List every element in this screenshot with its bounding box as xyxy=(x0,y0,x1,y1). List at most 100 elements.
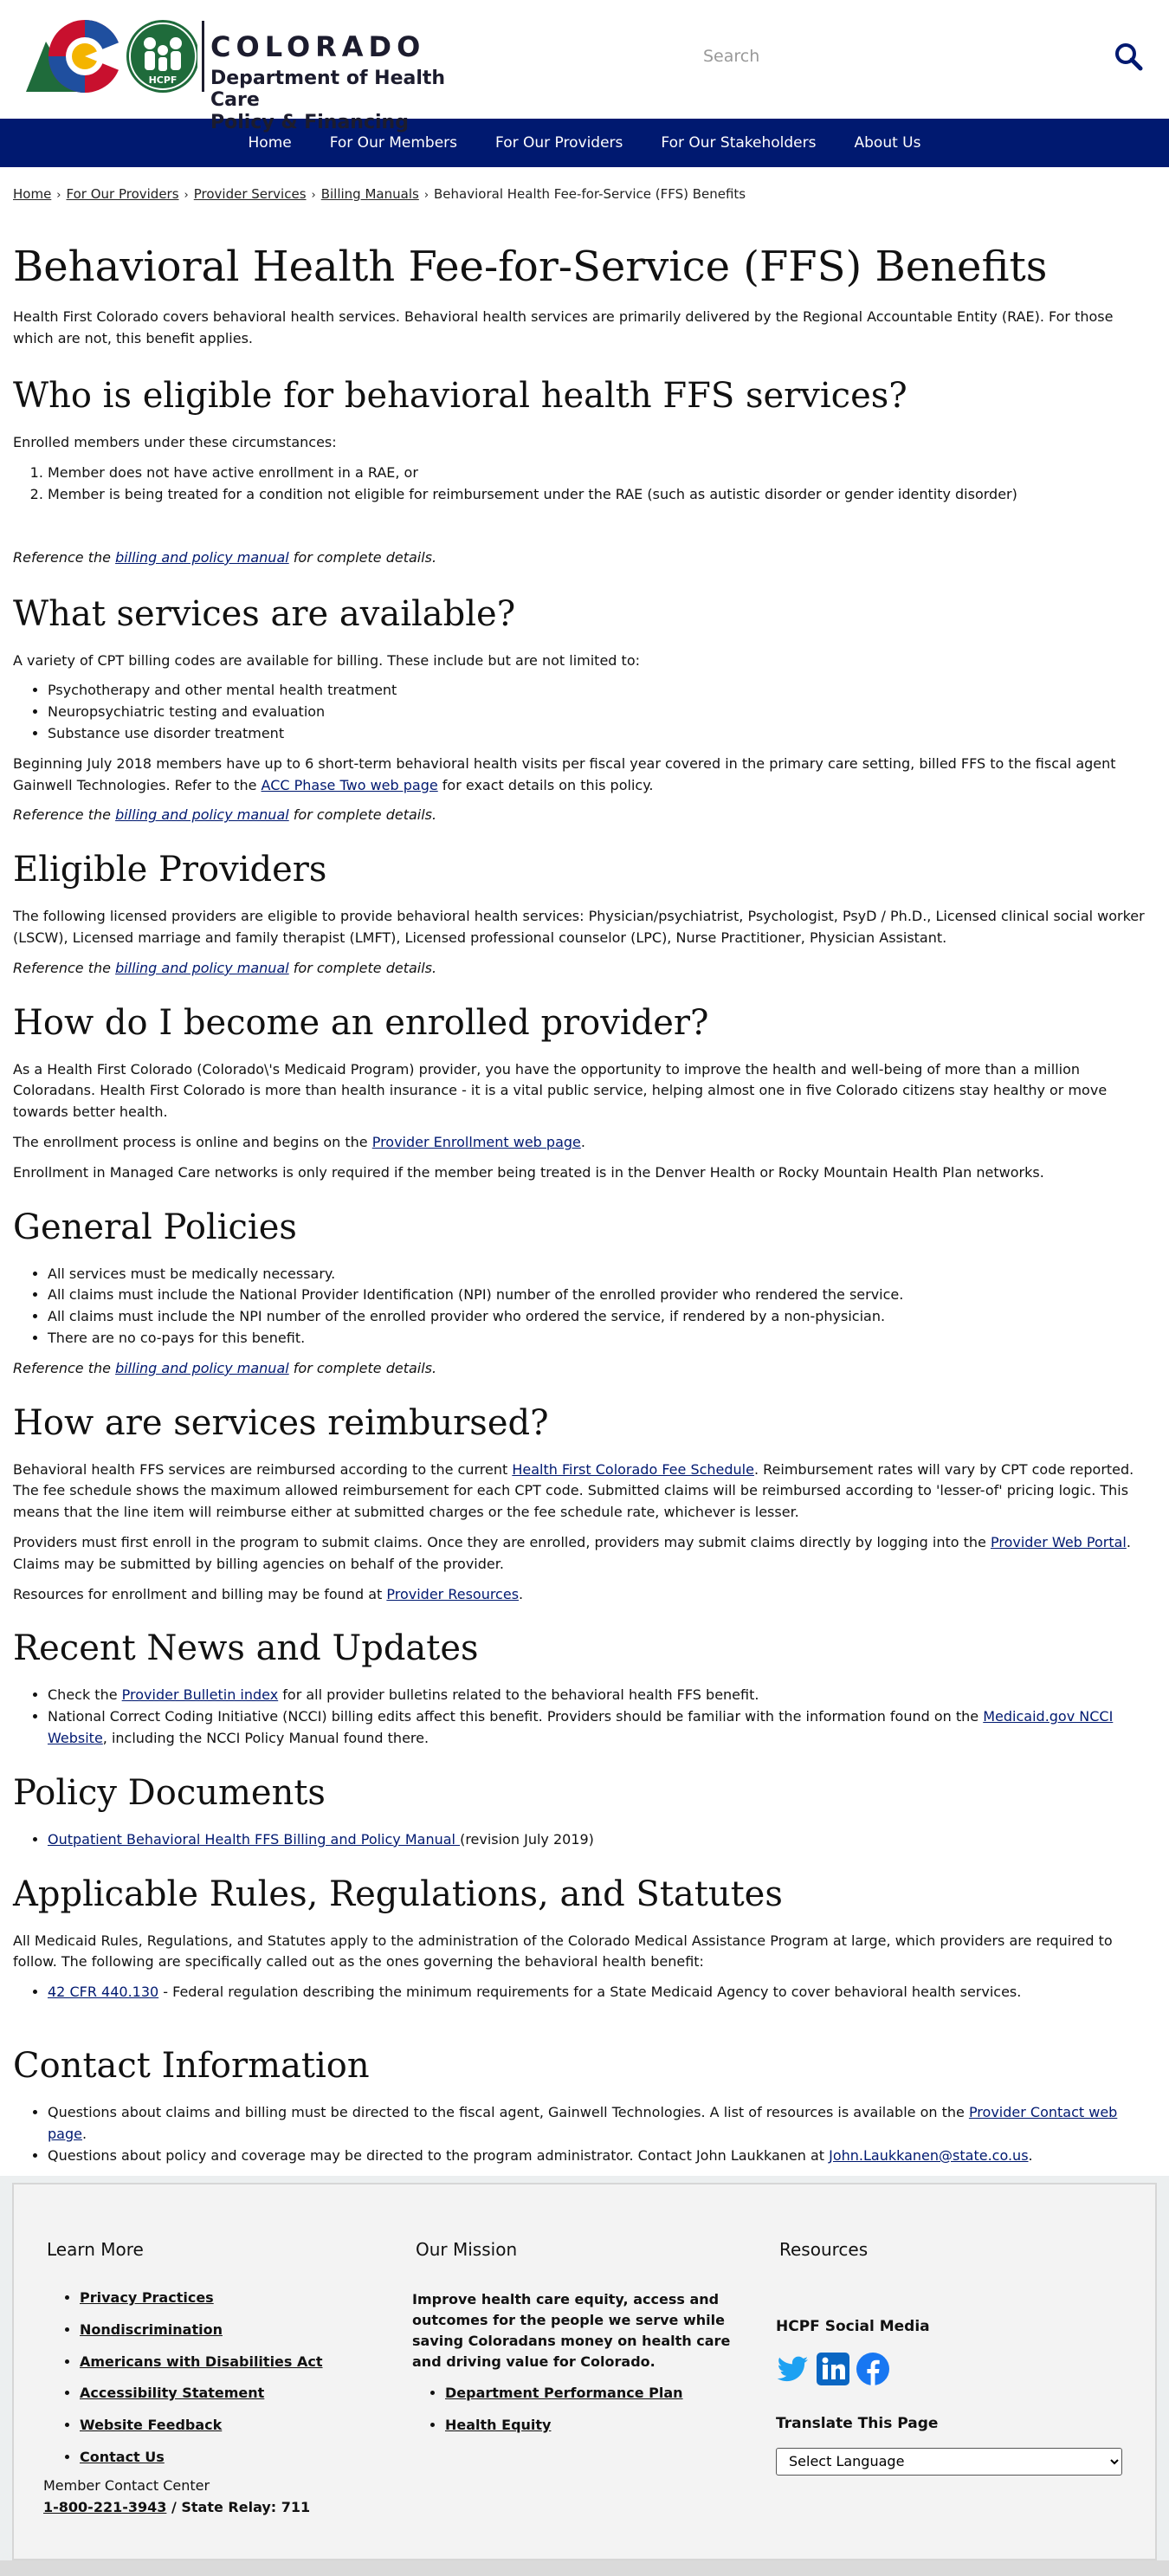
contact-list: Questions about claims and billing must … xyxy=(13,2102,1156,2166)
reference-note: Reference the billing and policy manual … xyxy=(13,805,1156,826)
eligible-heading: Who is eligible for behavioral health FF… xyxy=(13,376,907,417)
nav-about-us[interactable]: About Us xyxy=(855,132,921,154)
services-heading: What services are available? xyxy=(13,593,516,634)
fee-schedule-link[interactable]: Health First Colorado Fee Schedule xyxy=(512,1461,754,1478)
main-content: Home › For Our Providers › Provider Services… xyxy=(0,184,1169,2166)
policy-manual-link[interactable]: Outpatient Behavioral Health FFS Billing… xyxy=(48,1831,460,1848)
enroll-para-3: Enrollment in Managed Care networks is o… xyxy=(13,1163,1044,1181)
learn-more-list: Privacy Practices Nondiscrimination Amer… xyxy=(47,2288,393,2469)
logo-title: COLORADO xyxy=(210,30,426,63)
website-feedback-link[interactable]: Website Feedback xyxy=(80,2417,222,2433)
list-item: Department Performance Plan xyxy=(445,2383,759,2404)
nav-for-our-stakeholders[interactable]: For Our Stakeholders xyxy=(661,132,816,154)
news-item-1-text: Check the xyxy=(48,1686,122,1704)
mission-text: Improve health care equity, access and o… xyxy=(412,2291,731,2370)
resources-heading: Resources xyxy=(779,2239,869,2260)
enroll-para-2-text: The enrollment process is online and beg… xyxy=(13,1133,372,1150)
search-input[interactable] xyxy=(693,35,1095,78)
provider-enrollment-link[interactable]: Provider Enrollment web page xyxy=(372,1134,581,1150)
rules-list: 42 CFR 440.130 - Federal regulation desc… xyxy=(13,1982,1156,2003)
reference-prefix: Reference the xyxy=(13,548,116,566)
site-footer: Learn More Privacy Practices Nondiscrimi… xyxy=(12,2183,1157,2560)
billing-manual-link[interactable]: billing and policy manual xyxy=(115,1360,289,1376)
provider-resources-link[interactable]: Provider Resources xyxy=(386,1586,519,1602)
breadcrumb-for-our-providers[interactable]: For Our Providers xyxy=(67,186,179,202)
facebook-icon[interactable] xyxy=(856,2352,890,2386)
reference-suffix: for complete details. xyxy=(288,1359,437,1376)
list-item: Health Equity xyxy=(445,2415,759,2437)
logo-sub-line1: Department of Health Care xyxy=(210,68,446,112)
site-logo[interactable]: HCPF COLORADO Department of Health Care … xyxy=(24,16,475,133)
acc-phase-two-link[interactable]: ACC Phase Two web page xyxy=(262,777,438,793)
billing-manual-link[interactable]: billing and policy manual xyxy=(115,960,289,976)
nav-home[interactable]: Home xyxy=(249,132,292,154)
providers-text: The following licensed providers are eli… xyxy=(13,908,1145,946)
provider-web-portal-link[interactable]: Provider Web Portal xyxy=(991,1534,1127,1550)
linkedin-icon[interactable] xyxy=(816,2352,850,2386)
list-item: Member is being treated for a condition … xyxy=(48,484,1156,506)
contact-heading: Contact Information xyxy=(13,2045,370,2086)
twitter-icon[interactable] xyxy=(776,2352,811,2386)
search-icon[interactable] xyxy=(1114,42,1143,71)
footer-wrapper: Learn More Privacy Practices Nondiscrimi… xyxy=(0,2176,1169,2576)
social-media-heading: HCPF Social Media xyxy=(776,2318,930,2335)
news-heading: Recent News and Updates xyxy=(13,1628,479,1669)
billing-manual-link[interactable]: billing and policy manual xyxy=(115,806,289,823)
billing-manual-link[interactable]: billing and policy manual xyxy=(115,549,289,566)
enroll-para-2: The enrollment process is online and beg… xyxy=(13,1132,1156,1154)
email-link[interactable]: John.Laukkanen@state.co.us xyxy=(829,2147,1028,2164)
contact-us-link[interactable]: Contact Us xyxy=(80,2449,165,2465)
language-select[interactable]: Select Language xyxy=(776,2447,1122,2476)
logo-badge: HCPF xyxy=(149,74,178,86)
list-item: Substance use disorder treatment xyxy=(48,723,1156,745)
policies-list: All services must be medically necessary… xyxy=(13,1264,1156,1349)
ada-link[interactable]: Americans with Disabilities Act xyxy=(80,2353,323,2370)
reference-prefix: Reference the xyxy=(13,1359,116,1376)
list-item: Accessibility Statement xyxy=(80,2383,393,2404)
social-icons xyxy=(776,2352,1140,2386)
contact-item-2-text: Questions about policy and coverage may … xyxy=(48,2146,830,2164)
breadcrumb-billing-manuals[interactable]: Billing Manuals xyxy=(321,186,419,202)
services-para-suffix: for exact details on this policy. xyxy=(437,776,654,793)
contact-item-1-suffix: . xyxy=(81,2125,87,2142)
rules-text: All Medicaid Rules, Regulations, and Sta… xyxy=(13,1932,1113,1971)
reference-note: Reference the billing and policy manual … xyxy=(13,1358,1156,1380)
cfr-link[interactable]: 42 CFR 440.130 xyxy=(48,1984,158,2000)
list-item: Member does not have active enrollment i… xyxy=(48,463,1156,484)
breadcrumb-home[interactable]: Home xyxy=(13,186,51,202)
site-header: HCPF COLORADO Department of Health Care … xyxy=(0,0,1169,133)
health-equity-link[interactable]: Health Equity xyxy=(445,2417,551,2433)
news-item-1-suffix: for all provider bulletins related to th… xyxy=(278,1686,759,1704)
phone-line: 1-800-221-3943 / State Relay: 711 xyxy=(43,2497,393,2519)
performance-plan-link[interactable]: Department Performance Plan xyxy=(445,2385,683,2401)
privacy-practices-link[interactable]: Privacy Practices xyxy=(80,2289,214,2306)
nav-for-our-providers[interactable]: For Our Providers xyxy=(495,132,623,154)
list-item: Questions about claims and billing must … xyxy=(48,2102,1156,2146)
list-item: Contact Us xyxy=(80,2447,393,2469)
list-item: All services must be medically necessary… xyxy=(48,1264,1156,1285)
intro-text: Health First Colorado covers behavioral … xyxy=(13,307,1114,346)
phone-link[interactable]: 1-800-221-3943 xyxy=(43,2499,166,2515)
footer-resources: Resources HCPF Social Media Translate Th… xyxy=(776,2236,1140,2476)
news-item-2-text: National Correct Coding Initiative (NCCI… xyxy=(48,1708,984,1725)
breadcrumb-provider-services[interactable]: Provider Services xyxy=(194,186,307,202)
breadcrumb-separator: › xyxy=(423,189,429,202)
footer-mission: Our Mission Improve health care equity, … xyxy=(412,2236,759,2447)
list-item: Neuropsychiatric testing and evaluation xyxy=(48,702,1156,723)
services-para: Beginning July 2018 members have up to 6… xyxy=(13,754,1156,797)
rules-heading: Applicable Rules, Regulations, and Statu… xyxy=(13,1874,783,1914)
providers-heading: Eligible Providers xyxy=(13,850,327,890)
breadcrumb-separator: › xyxy=(311,189,316,202)
state-relay: / State Relay: 711 xyxy=(166,2498,311,2515)
list-item: Check the Provider Bulletin index for al… xyxy=(48,1685,1156,1706)
news-list: Check the Provider Bulletin index for al… xyxy=(13,1685,1156,1749)
mission-list: Department Performance Plan Health Equit… xyxy=(412,2383,759,2437)
enroll-para-2-suffix: . xyxy=(580,1133,585,1150)
nondiscrimination-link[interactable]: Nondiscrimination xyxy=(80,2321,223,2338)
accessibility-link[interactable]: Accessibility Statement xyxy=(80,2385,264,2401)
provider-bulletin-link[interactable]: Provider Bulletin index xyxy=(122,1686,279,1703)
reimbursement-para-2: Providers must first enroll in the progr… xyxy=(13,1532,1156,1576)
main-nav: Home For Our Members For Our Providers F… xyxy=(0,119,1169,167)
cfr-description: - Federal regulation describing the mini… xyxy=(158,1984,1022,2001)
nav-for-our-members[interactable]: For Our Members xyxy=(330,132,457,154)
